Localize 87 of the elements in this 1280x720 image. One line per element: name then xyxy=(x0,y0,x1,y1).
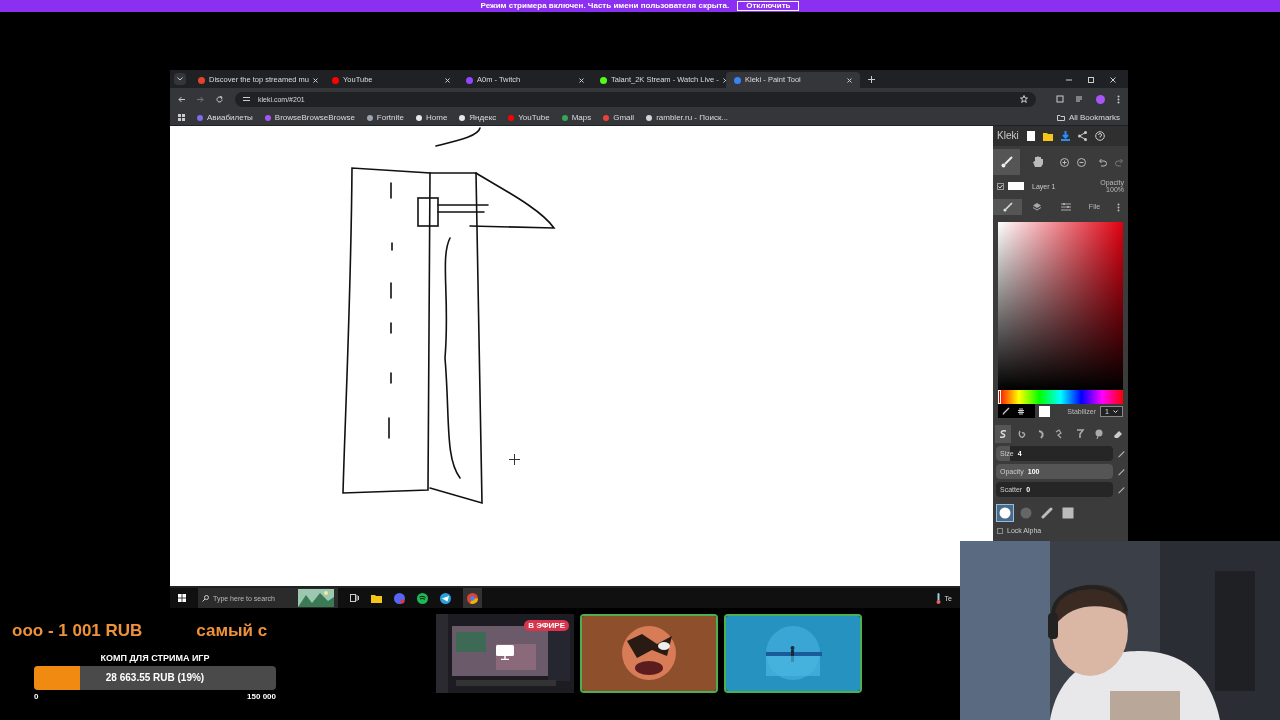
media-icon[interactable] xyxy=(1076,95,1084,103)
new-image-icon[interactable] xyxy=(1026,131,1035,141)
ticker-text: самый с xyxy=(196,622,268,639)
site-info-icon xyxy=(243,96,250,102)
color-swatch[interactable] xyxy=(1039,405,1050,417)
blend-brush-icon xyxy=(1017,429,1028,439)
bookmark-link[interactable]: YouTube xyxy=(518,113,550,122)
minimize-icon[interactable] xyxy=(1066,77,1072,83)
forward-icon[interactable] xyxy=(197,95,204,103)
bookmark-link[interactable]: Авиабилеты xyxy=(207,113,253,122)
stream-preview[interactable]: В ЭФИРЕ xyxy=(436,614,574,693)
more-icon[interactable] xyxy=(1117,94,1120,104)
browser-icon xyxy=(467,592,478,604)
zoom-out-icon[interactable] xyxy=(1077,157,1086,167)
monitor-icon xyxy=(496,645,514,660)
folder-icon[interactable] xyxy=(1042,131,1053,141)
folder-icon[interactable] xyxy=(371,593,382,603)
profile-avatar[interactable] xyxy=(1096,94,1105,104)
brush-icon xyxy=(1000,156,1013,168)
soft-circle-icon xyxy=(1020,507,1032,519)
download-icon[interactable] xyxy=(1060,131,1070,141)
brush-type-button[interactable] xyxy=(995,425,1012,443)
bookmark-link[interactable]: rambler.ru - Поиск... xyxy=(656,113,729,122)
smudge-brush-icon xyxy=(1093,429,1104,439)
lock-alpha-checkbox[interactable] xyxy=(997,527,1003,534)
apps-icon[interactable] xyxy=(178,114,185,121)
check-icon xyxy=(998,183,1003,189)
chevron-down-icon xyxy=(1113,409,1118,413)
sliders-icon xyxy=(1060,202,1071,212)
share-icon[interactable] xyxy=(1077,131,1087,141)
brush-tool-button[interactable] xyxy=(993,149,1020,175)
bookmark-link[interactable]: Home xyxy=(426,113,448,122)
chemy-brush-icon xyxy=(1074,429,1085,439)
goal-amount: 28 663.55 RUB (19%) xyxy=(105,673,205,683)
eraser-icon xyxy=(1112,429,1123,439)
windows-start-icon[interactable] xyxy=(178,594,186,602)
eyedropper-icon[interactable] xyxy=(1002,407,1010,415)
goal-title: КОМП ДЛЯ СТРИМА ИГР xyxy=(100,654,210,663)
circle-icon xyxy=(999,507,1011,519)
goal-max: 150 000 xyxy=(247,693,276,701)
bookmark-link[interactable]: Fortnite xyxy=(376,113,404,122)
ticker-text: ooo - 1 001 RUB xyxy=(12,622,143,639)
back-icon[interactable] xyxy=(178,95,185,103)
crosshair-cursor-icon xyxy=(509,454,520,465)
visibility-checkbox[interactable] xyxy=(997,182,1004,190)
hash-icon[interactable] xyxy=(1018,407,1024,415)
more-icon[interactable] xyxy=(1117,202,1120,212)
brush-shape-button[interactable] xyxy=(996,504,1014,522)
goal-min: 0 xyxy=(34,693,39,701)
undo-icon[interactable] xyxy=(1098,157,1107,167)
panel-tab[interactable] xyxy=(993,199,1022,215)
chevron-down-icon xyxy=(177,77,183,81)
bookmark-link[interactable]: All Bookmarks xyxy=(1068,113,1120,122)
reload-icon[interactable] xyxy=(216,95,223,103)
folder-icon xyxy=(1056,114,1065,121)
messenger-icon[interactable] xyxy=(440,592,451,604)
help-icon[interactable] xyxy=(1094,131,1105,141)
layer-thumbnail xyxy=(1008,182,1024,190)
plus-icon[interactable] xyxy=(868,76,875,83)
hue-slider[interactable] xyxy=(998,390,1123,404)
sketch-brush-icon xyxy=(1036,429,1047,439)
hue-thumb[interactable] xyxy=(998,390,1001,404)
hand-icon[interactable] xyxy=(1032,156,1044,168)
search-icon xyxy=(202,594,209,602)
bookmark-link[interactable]: Яндекс xyxy=(469,113,497,122)
tab-search-button[interactable] xyxy=(174,73,186,85)
brush-icon xyxy=(1002,202,1013,212)
live-badge: В ЭФИРЕ xyxy=(524,620,569,631)
thermometer-icon xyxy=(935,592,941,604)
banner-text: Режим стримера включен. Часть имени пользователя скрыта. xyxy=(480,2,730,10)
app-icon[interactable] xyxy=(394,592,405,604)
task-view-icon[interactable] xyxy=(350,594,359,602)
star-icon[interactable] xyxy=(1020,95,1028,103)
active-taskbar-button[interactable] xyxy=(463,588,482,608)
bookmark-link[interactable]: BrowseBrowseBrowse xyxy=(274,113,355,122)
pen-brush-icon xyxy=(998,429,1009,439)
app-logo: Kleki xyxy=(997,131,1019,141)
extensions-icon[interactable] xyxy=(1056,95,1064,103)
bookmark-link[interactable]: Gmail xyxy=(613,113,635,122)
bookmark-link[interactable]: Maps xyxy=(571,113,592,122)
zoom-in-icon[interactable] xyxy=(1060,157,1069,167)
square-icon xyxy=(1062,507,1074,519)
line-icon xyxy=(1041,507,1053,519)
layers-icon xyxy=(1031,202,1042,212)
maximize-icon[interactable] xyxy=(1088,77,1094,83)
disable-button[interactable]: Отключить xyxy=(737,1,800,11)
music-app-icon[interactable] xyxy=(417,592,428,604)
